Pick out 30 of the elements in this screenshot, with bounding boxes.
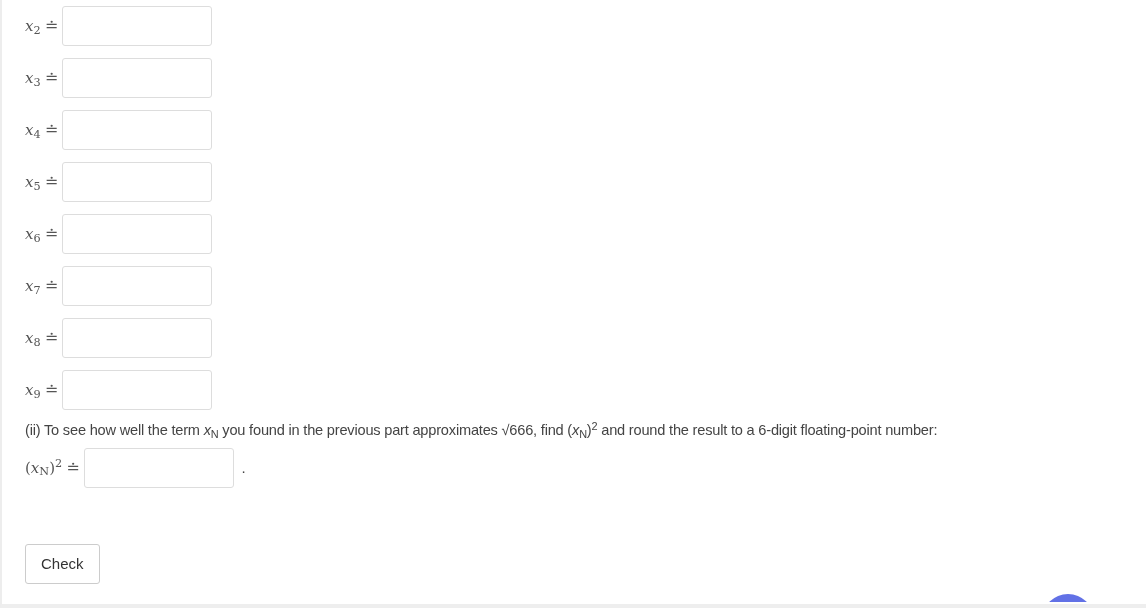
math-label: x$_{2}$ [25,15,41,38]
answer-field[interactable] [62,370,213,410]
math-relation: ≐ [44,275,59,297]
answer-field[interactable] [62,318,213,358]
answer-field[interactable] [62,214,213,254]
check-button[interactable]: Check [25,543,100,585]
math-label: x$_{7}$ [25,275,41,298]
math-relation: ≐ [44,379,59,401]
math-relation: ≐ [44,171,59,193]
math-label: x$_{5}$ [25,171,41,194]
math-relation: ≐ [44,119,59,141]
answer-field[interactable] [62,266,213,306]
math-relation: ≐ [44,327,59,349]
answer-field[interactable] [62,58,213,98]
math-relation: ≐ [66,456,80,479]
answer-field[interactable] [62,6,213,46]
answer-field[interactable] [62,110,213,150]
math-relation: ≐ [44,15,59,37]
math-label: x$_{3}$ [25,67,41,90]
math-label: x$_{9}$ [25,379,41,402]
period-text: . [241,457,246,478]
answer-field[interactable] [83,447,234,488]
math-relation: ≐ [44,67,59,89]
math-label: x$_{6}$ [25,223,41,246]
math-label: x$_{4}$ [25,119,41,142]
math-label: (x$_{N}$)$^{2}$ [25,456,63,480]
math-relation: ≐ [44,223,59,245]
answer-field[interactable] [62,162,213,202]
math-label: x$_{8}$ [25,327,41,350]
question-text: (ii) To see how well the term x$_{N}$ you found in the previous part approximates √666, find (x$_{N}$)$^{2}$ and round the result to a 6-digit floating-point number: [25,420,939,442]
